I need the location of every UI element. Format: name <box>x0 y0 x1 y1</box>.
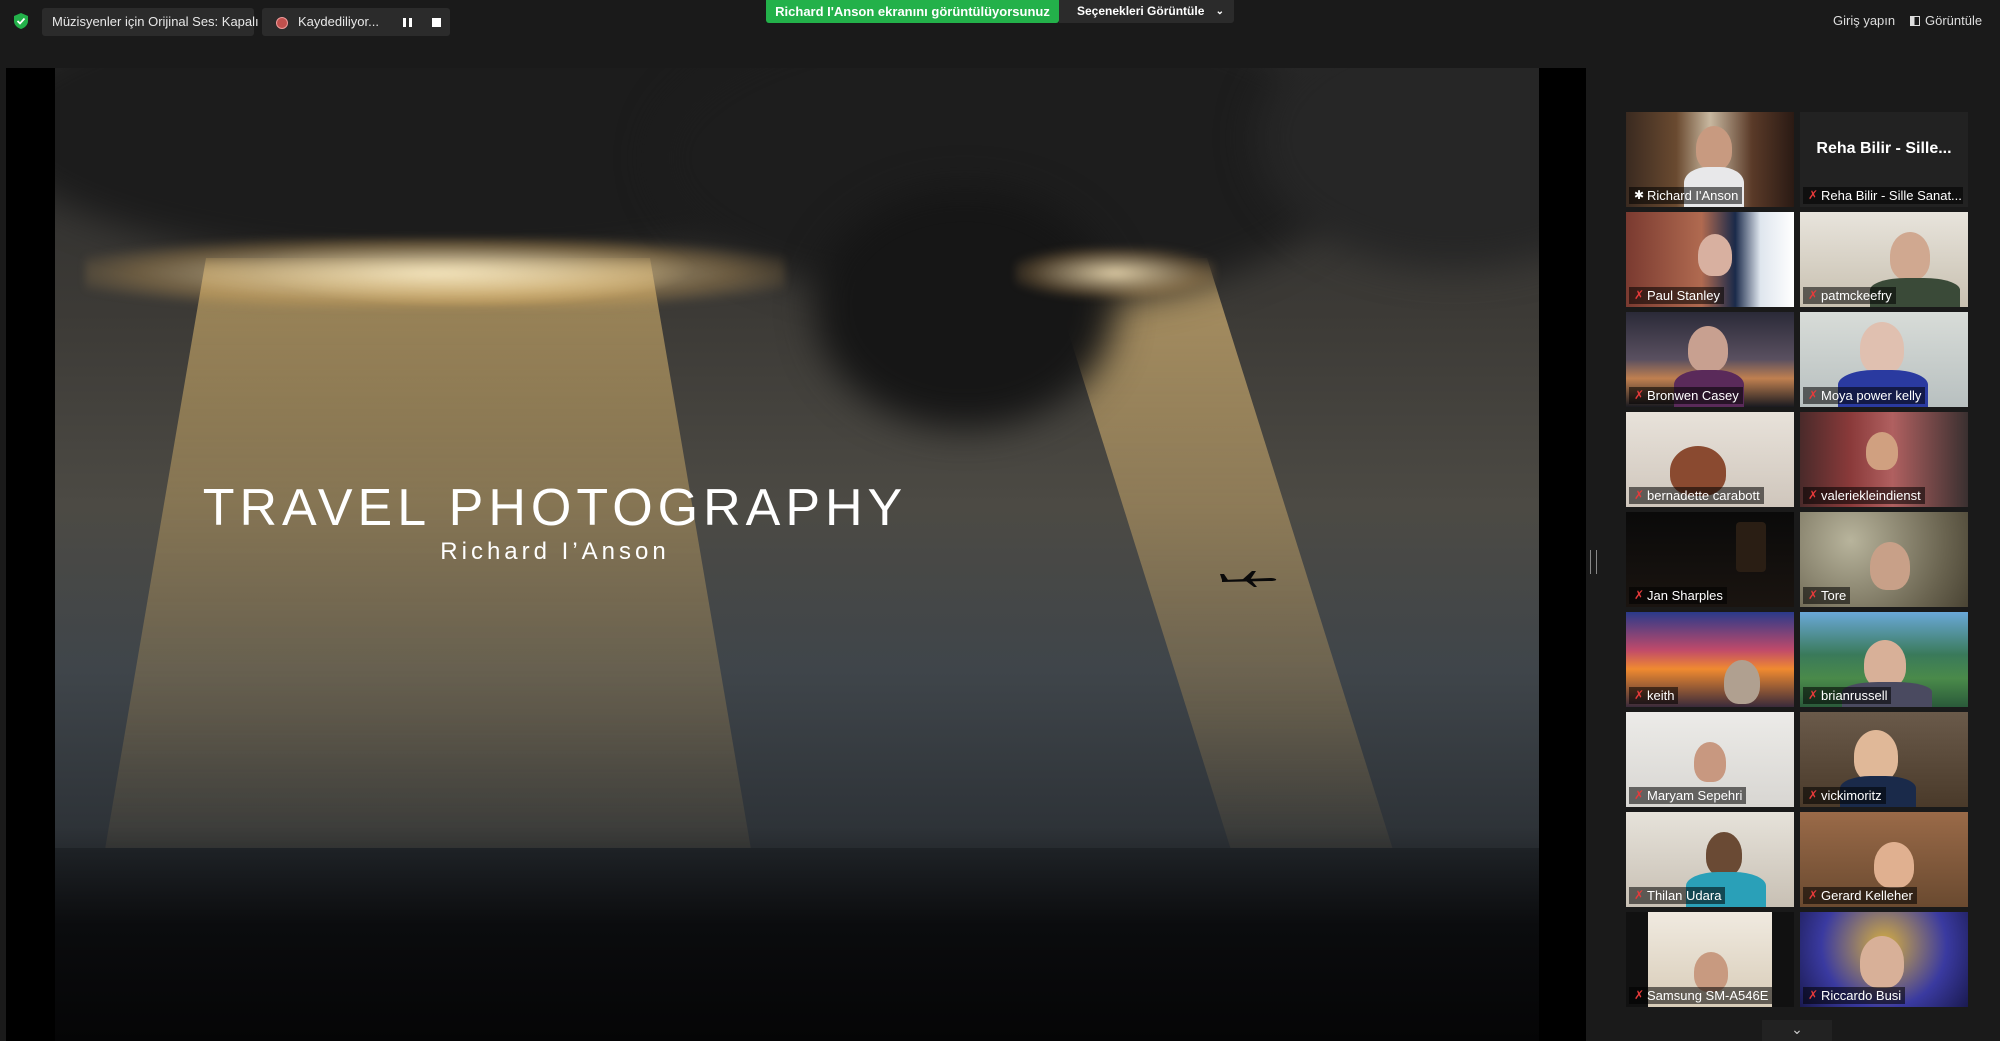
view-label: Görüntüle <box>1925 13 1983 28</box>
participant-name: valeriekleindienst <box>1821 488 1921 503</box>
participant-tile[interactable]: ✗ Maryam Sepehri <box>1626 712 1794 807</box>
panel-resize-handle[interactable] <box>1590 550 1597 574</box>
participant-tile[interactable]: ✗ Thilan Udara <box>1626 812 1794 907</box>
shared-screen-area: TRAVEL PHOTOGRAPHY Richard I’Anson <box>6 68 1586 1041</box>
meeting-top-bar: Müzisyenler için Orijinal Ses: Kapalı Ka… <box>0 0 2000 42</box>
muted-mic-icon: ✗ <box>1634 888 1645 902</box>
muted-mic-icon: ✗ <box>1808 188 1819 202</box>
participant-tile[interactable]: ✗ valeriekleindienst <box>1800 412 1968 507</box>
view-options-dropdown[interactable]: Seçenekleri Görüntüle ⌄ <box>1059 0 1234 23</box>
participant-name: patmckeefry <box>1821 288 1892 303</box>
recording-indicator: Kaydediliyor... <box>262 8 450 36</box>
muted-mic-icon: ✗ <box>1634 688 1645 702</box>
participant-tile[interactable]: ✗ brianrussell <box>1800 612 1968 707</box>
grid-view-icon <box>1910 16 1920 26</box>
shared-slide: TRAVEL PHOTOGRAPHY Richard I’Anson <box>55 68 1539 1041</box>
participant-name: bernadette carabott <box>1647 488 1760 503</box>
participant-name: Riccardo Busi <box>1821 988 1902 1003</box>
muted-mic-icon: ✗ <box>1808 588 1819 602</box>
participant-tile[interactable]: ✗ vickimoritz <box>1800 712 1968 807</box>
participant-tile[interactable]: ✗ Jan Sharples <box>1626 512 1794 607</box>
participant-name: Jan Sharples <box>1647 588 1723 603</box>
screen-share-banner: Richard I'Anson ekranını görüntülüyorsun… <box>766 0 1059 23</box>
slide-subtitle: Richard I’Anson <box>440 538 670 565</box>
participant-tile[interactable]: ✗ Paul Stanley <box>1626 212 1794 307</box>
participant-tile[interactable]: ✗ Moya power kelly <box>1800 312 1968 407</box>
original-sound-label: Müzisyenler için Orijinal Ses: Kapalı <box>52 14 259 29</box>
muted-mic-icon: ✗ <box>1634 988 1645 1002</box>
muted-mic-icon: ✗ <box>1634 488 1645 502</box>
shield-icon[interactable] <box>12 12 30 30</box>
muted-mic-icon: ✗ <box>1634 288 1645 302</box>
participant-name: brianrussell <box>1821 688 1888 703</box>
muted-mic-icon: ✗ <box>1808 388 1819 402</box>
sign-in-label: Giriş yapın <box>1833 13 1896 28</box>
muted-mic-icon: ✗ <box>1808 988 1819 1002</box>
record-icon <box>276 17 288 29</box>
participant-tile[interactable]: ✗ keith <box>1626 612 1794 707</box>
participant-name: Maryam Sepehri <box>1647 788 1743 803</box>
participant-name: Moya power kelly <box>1821 388 1922 403</box>
participant-tile[interactable]: ✗ patmckeefry <box>1800 212 1968 307</box>
muted-mic-icon: ✗ <box>1634 588 1645 602</box>
participant-name: Bronwen Casey <box>1647 388 1739 403</box>
recording-label: Kaydediliyor... <box>298 14 379 29</box>
chevron-down-icon: ⌄ <box>1215 6 1224 17</box>
participant-tile[interactable]: Reha Bilir - Sille... ✗ Reha Bilir - Sill… <box>1800 112 1968 207</box>
participant-name: Paul Stanley <box>1647 288 1720 303</box>
muted-mic-icon: ✗ <box>1808 488 1819 502</box>
pinned-speaker-icon: ✱ <box>1634 188 1645 202</box>
view-options-label: Seçenekleri Görüntüle <box>1077 4 1205 18</box>
participant-tile[interactable]: ✱ Richard I'Anson <box>1626 112 1794 207</box>
participant-big-label: Reha Bilir - Sille... <box>1816 140 1952 157</box>
participant-tile[interactable]: ✗ Bronwen Casey <box>1626 312 1794 407</box>
original-sound-indicator[interactable]: Müzisyenler için Orijinal Ses: Kapalı <box>42 8 259 36</box>
participant-name: keith <box>1647 688 1675 703</box>
muted-mic-icon: ✗ <box>1808 288 1819 302</box>
muted-mic-icon: ✗ <box>1808 788 1819 802</box>
city-skyline <box>55 848 1539 1041</box>
participant-name: Reha Bilir - Sille Sanat... <box>1821 188 1962 203</box>
slide-title: TRAVEL PHOTOGRAPHY <box>202 479 908 537</box>
storm-cloud <box>815 188 1115 428</box>
chevron-down-icon: ⌄ <box>1791 1021 1803 1037</box>
muted-mic-icon: ✗ <box>1808 888 1819 902</box>
stop-icon[interactable] <box>432 18 441 27</box>
muted-mic-icon: ✗ <box>1634 788 1645 802</box>
view-button[interactable]: Görüntüle <box>1910 13 1982 28</box>
participant-name: Gerard Kelleher <box>1821 888 1913 903</box>
gallery-scroll-down-button[interactable]: ⌄ <box>1762 1020 1832 1041</box>
cloud-glow <box>1015 248 1215 298</box>
muted-mic-icon: ✗ <box>1634 388 1645 402</box>
participant-name: Samsung SM-A546E <box>1647 988 1769 1003</box>
participant-tile[interactable]: ✗ bernadette carabott <box>1626 412 1794 507</box>
participant-tile[interactable]: ✗ Tore <box>1800 512 1968 607</box>
muted-mic-icon: ✗ <box>1808 688 1819 702</box>
participant-tile[interactable]: ✗ Gerard Kelleher <box>1800 812 1968 907</box>
sign-in-link[interactable]: Giriş yapın <box>1833 13 1895 28</box>
participant-tile[interactable]: ✗ Samsung SM-A546E <box>1626 912 1794 1007</box>
airplane-icon <box>1220 571 1277 587</box>
participant-name: Tore <box>1821 588 1847 603</box>
screen-share-label: Richard I'Anson ekranını görüntülüyorsun… <box>775 4 1050 19</box>
participant-tile[interactable]: ✗ Riccardo Busi <box>1800 912 1968 1007</box>
participant-name: Thilan Udara <box>1647 888 1722 903</box>
participant-name: Richard I'Anson <box>1647 188 1739 203</box>
pause-icon[interactable] <box>403 18 412 27</box>
participant-name: vickimoritz <box>1821 788 1882 803</box>
cloud-glow <box>85 238 785 308</box>
light-beam <box>95 258 761 908</box>
